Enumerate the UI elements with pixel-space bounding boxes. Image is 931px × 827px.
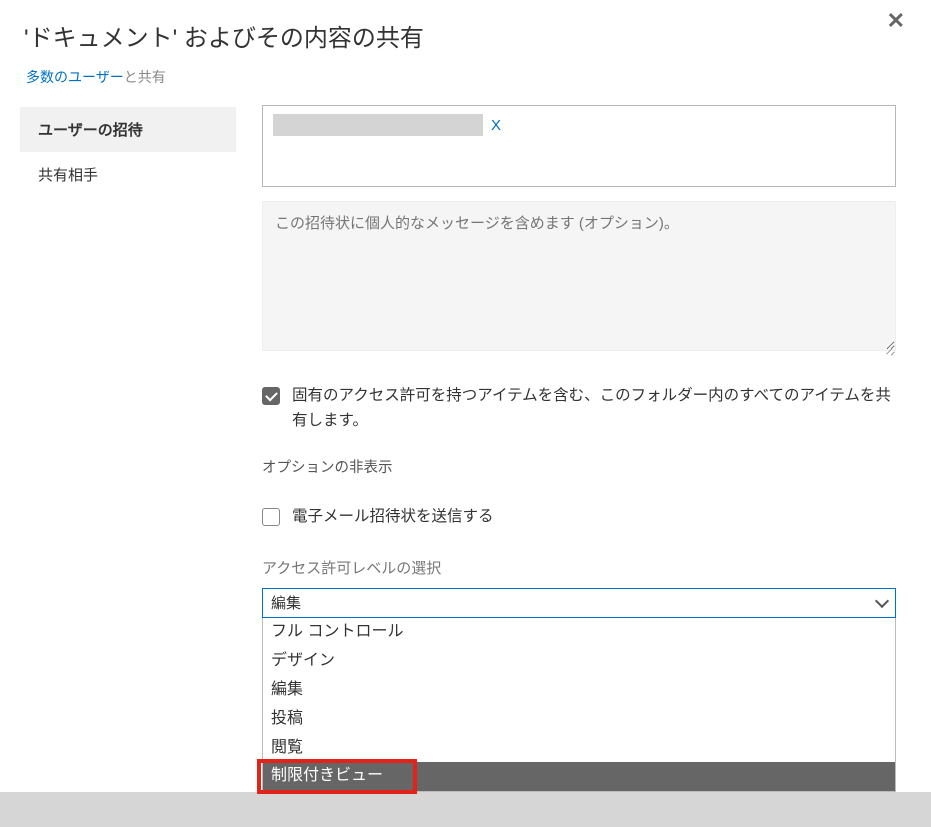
- dialog-header: 'ドキュメント' およびその内容の共有 ✕: [20, 10, 911, 63]
- sidebar-item-label: ユーザーの招待: [38, 122, 143, 139]
- sidebar-item-invite[interactable]: ユーザーの招待: [20, 107, 236, 152]
- recipient-chip: X: [273, 114, 501, 136]
- inherit-permissions-checkbox[interactable]: [262, 387, 280, 405]
- permission-dropdown: フル コントロール デザイン 編集 投稿 閲覧 制限付きビュー: [262, 618, 896, 792]
- send-email-row: 電子メール招待状を送信する: [262, 505, 896, 530]
- sidebar: ユーザーの招待 共有相手: [20, 101, 236, 792]
- inherit-permissions-row: 固有のアクセス許可を持つアイテムを含む、このフォルダー内のすべてのアイテムを共有…: [262, 384, 896, 434]
- sidebar-item-label: 共有相手: [38, 167, 98, 184]
- breadcrumb-link[interactable]: 多数のユーザー: [26, 69, 124, 85]
- message-input[interactable]: [262, 201, 896, 351]
- hide-options-link[interactable]: オプションの非表示: [262, 456, 896, 477]
- permission-select-value: 編集: [271, 595, 301, 612]
- content-pane: X 固有のアクセス許可を持つアイテムを含む、このフォルダー内のすべてのアイテムを…: [236, 101, 896, 792]
- recipients-input[interactable]: X: [262, 105, 896, 187]
- permission-option-design[interactable]: デザイン: [263, 647, 895, 676]
- permission-option-full-control[interactable]: フル コントロール: [263, 618, 895, 647]
- send-email-checkbox[interactable]: [262, 508, 280, 526]
- remove-recipient-icon[interactable]: X: [491, 117, 501, 134]
- sidebar-item-shared-with[interactable]: 共有相手: [20, 152, 236, 197]
- permission-level-label: アクセス許可レベルの選択: [262, 557, 896, 578]
- permission-option-restricted-view[interactable]: 制限付きビュー: [263, 762, 895, 791]
- resize-handle-icon[interactable]: [884, 344, 894, 354]
- permission-select-wrap: 編集 フル コントロール デザイン 編集 投稿 閲覧 制限付きビュー: [262, 588, 896, 792]
- dialog-body: ユーザーの招待 共有相手 X 固有のアクセス許可を持つアイテムを含む、このフォル…: [20, 101, 911, 792]
- permission-option-contribute[interactable]: 投稿: [263, 705, 895, 734]
- permission-option-read[interactable]: 閲覧: [263, 734, 895, 763]
- close-icon[interactable]: ✕: [881, 10, 911, 32]
- recipient-name: [273, 114, 483, 136]
- permission-select[interactable]: 編集: [262, 588, 896, 618]
- dialog-title: 'ドキュメント' およびその内容の共有: [20, 10, 424, 63]
- send-email-label: 電子メール招待状を送信する: [292, 505, 494, 530]
- breadcrumb: 多数のユーザーと共有: [20, 63, 911, 101]
- permission-option-edit[interactable]: 編集: [263, 676, 895, 705]
- share-dialog: 'ドキュメント' およびその内容の共有 ✕ 多数のユーザーと共有 ユーザーの招待…: [0, 0, 931, 792]
- inherit-permissions-label: 固有のアクセス許可を持つアイテムを含む、このフォルダー内のすべてのアイテムを共有…: [292, 384, 896, 434]
- breadcrumb-suffix: と共有: [124, 69, 166, 85]
